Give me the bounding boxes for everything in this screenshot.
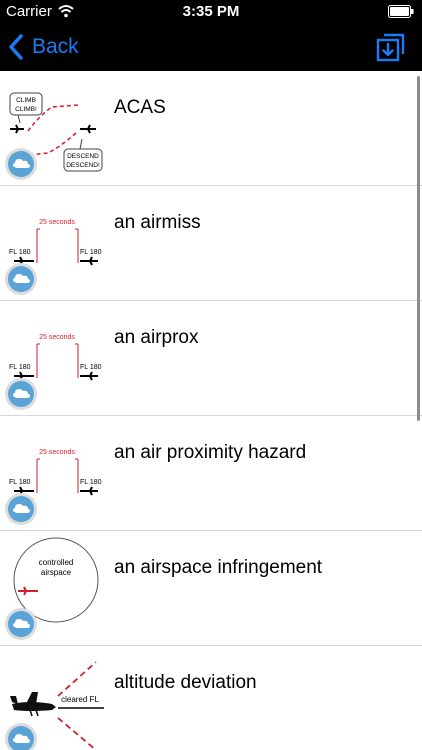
clock: 3:35 PM — [182, 3, 240, 20]
term-label: an airmiss — [114, 212, 201, 233]
svg-text:25 seconds: 25 seconds — [39, 334, 75, 341]
term-label: ACAS — [114, 97, 166, 118]
svg-text:CLIMB: CLIMB — [16, 97, 36, 104]
svg-text:FL 180: FL 180 — [80, 249, 102, 256]
svg-text:FL 180: FL 180 — [80, 364, 102, 371]
list-item-altitude-deviation[interactable]: cleared FL altitude deviation — [0, 646, 422, 750]
back-label: Back — [32, 35, 79, 58]
svg-text:25 seconds: 25 seconds — [39, 219, 75, 226]
status-bar: Carrier 3:35 PM — [0, 0, 422, 24]
cloud-icon[interactable] — [4, 377, 38, 411]
back-button[interactable]: Back — [8, 33, 79, 61]
cloud-icon[interactable] — [4, 147, 38, 181]
term-label: an air proximity hazard — [114, 442, 307, 463]
chevron-left-icon — [9, 34, 23, 60]
list-item-air-proximity-hazard[interactable]: 25 seconds FL 180 FL 180 an air proximit… — [0, 416, 422, 531]
navigation-bar: Back — [0, 24, 422, 71]
svg-text:25 seconds: 25 seconds — [39, 449, 75, 456]
svg-text:FL 180: FL 180 — [80, 479, 102, 486]
list-item-airspace-infringement[interactable]: controlled airspace an airspace infringe… — [0, 531, 422, 646]
term-list[interactable]: CLIMB CLIMB! DESCEND DESCEND! ACAS 25 se… — [0, 71, 422, 750]
svg-text:FL 180: FL 180 — [9, 364, 31, 371]
term-label: an airspace infringement — [114, 557, 323, 578]
svg-text:DESCEND!: DESCEND! — [66, 162, 100, 169]
svg-text:controlled: controlled — [39, 558, 74, 567]
cloud-icon[interactable] — [4, 262, 38, 296]
list-item-airprox[interactable]: 25 seconds FL 180 FL 180 an airprox — [0, 301, 422, 416]
term-label: altitude deviation — [114, 672, 257, 693]
cloud-icon[interactable] — [4, 492, 38, 526]
scrollbar[interactable] — [417, 76, 420, 421]
svg-text:cleared FL: cleared FL — [61, 695, 99, 704]
list-item-acas[interactable]: CLIMB CLIMB! DESCEND DESCEND! ACAS — [0, 71, 422, 186]
term-label: an airprox — [114, 327, 199, 348]
svg-text:DESCEND: DESCEND — [67, 153, 99, 160]
svg-text:FL 180: FL 180 — [9, 249, 31, 256]
list-item-airmiss[interactable]: 25 seconds FL 180 FL 180 an airmiss — [0, 186, 422, 301]
svg-text:airspace: airspace — [41, 568, 72, 577]
cloud-icon[interactable] — [4, 722, 38, 750]
svg-text:CLIMB!: CLIMB! — [15, 106, 37, 113]
cloud-icon[interactable] — [4, 607, 38, 641]
download-stack-icon[interactable] — [376, 32, 406, 62]
battery-icon — [388, 5, 414, 18]
svg-text:FL 180: FL 180 — [9, 479, 31, 486]
